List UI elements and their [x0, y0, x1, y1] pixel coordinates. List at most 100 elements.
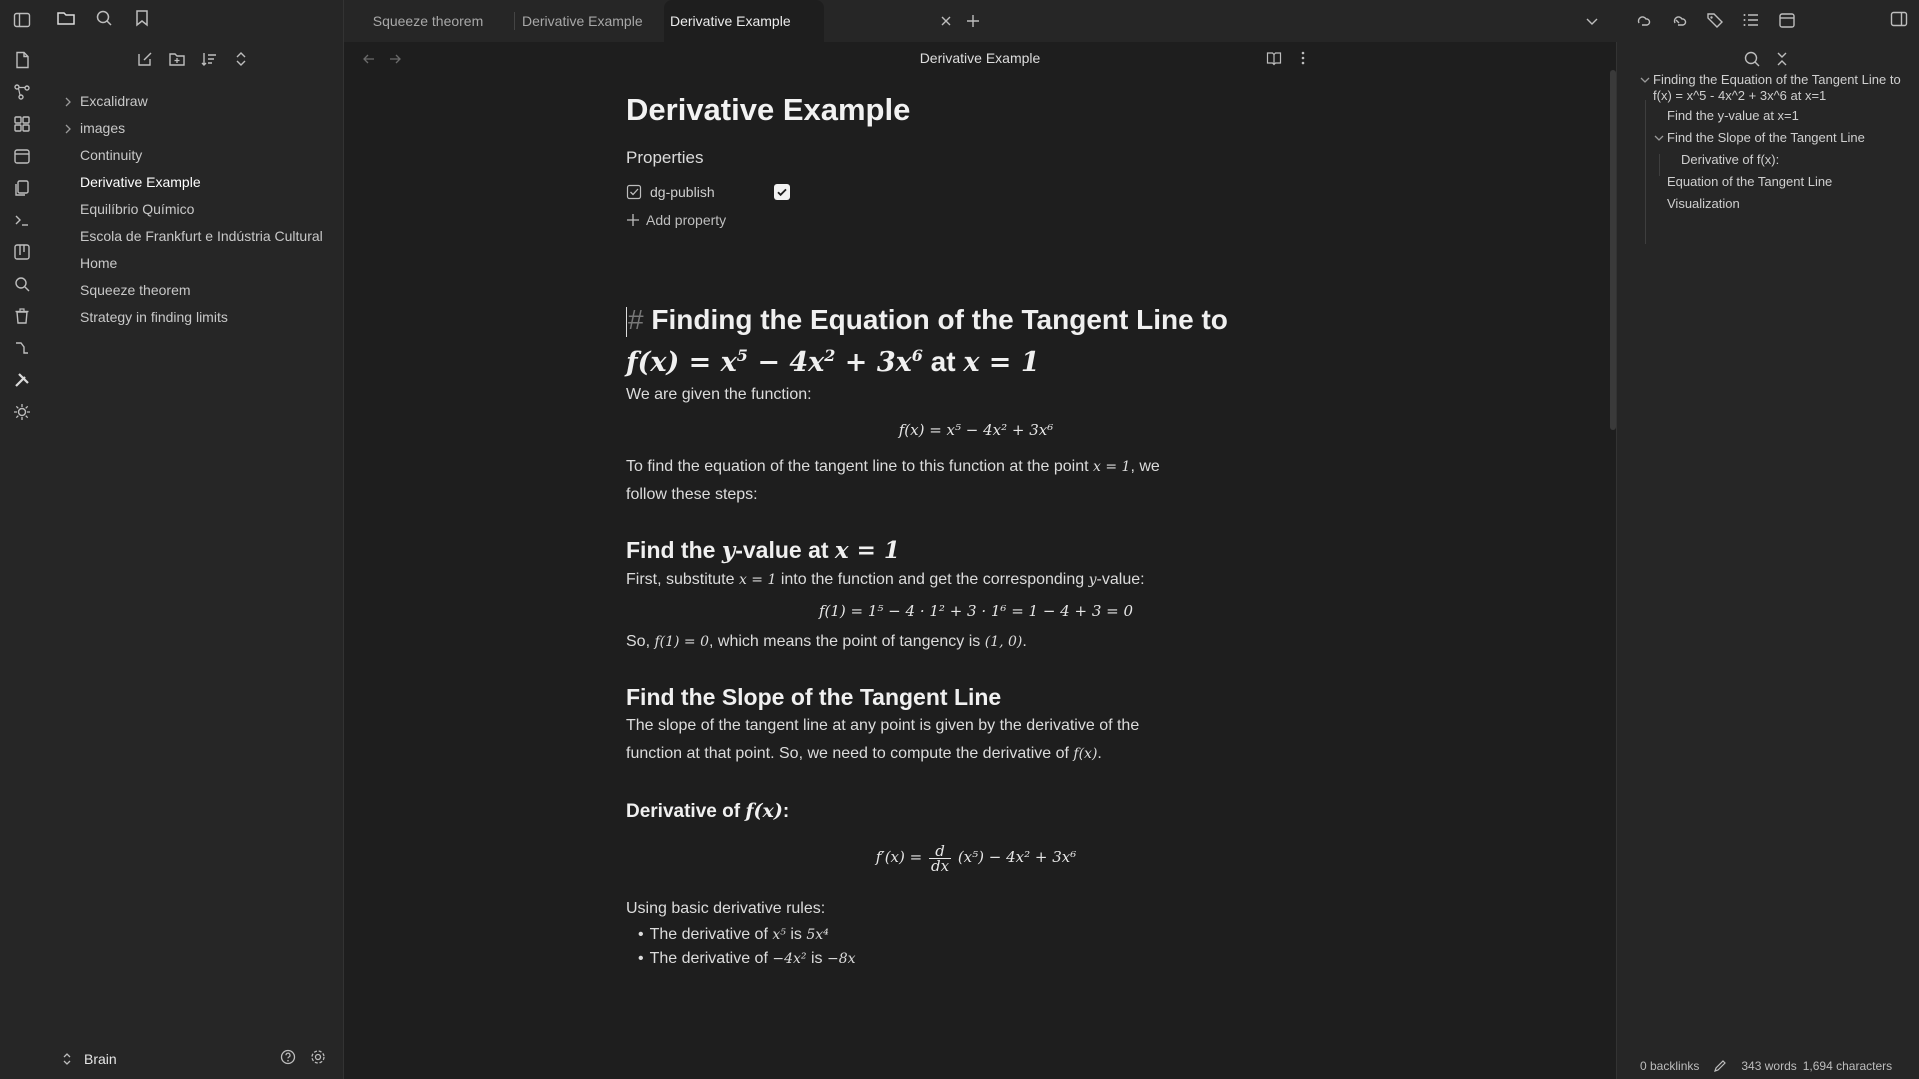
file-item[interactable]: Equilíbrio Químico [44, 196, 344, 223]
folder-item[interactable]: images [44, 115, 344, 142]
collapse-all-icon[interactable] [232, 50, 250, 68]
search-icon[interactable] [1743, 50, 1761, 68]
heading-2[interactable]: Find the y-value at x = 1 [626, 535, 1326, 566]
sidebar-tabs [56, 8, 152, 28]
view-title[interactable]: Derivative Example [344, 50, 1616, 66]
checkbox-type-icon [626, 184, 642, 200]
ribbon [0, 0, 44, 1079]
paragraph[interactable]: Using basic derivative rules: [626, 895, 1326, 923]
paragraph[interactable]: So, f(1) = 0, which means the point of t… [626, 628, 1326, 656]
properties-heading[interactable]: Properties [626, 148, 1326, 168]
file-tree: Excalidraw images Continuity Derivative Exa… [44, 88, 344, 331]
search-icon[interactable] [12, 274, 32, 294]
calendar-icon[interactable] [1778, 11, 1796, 29]
new-tab-icon[interactable] [965, 13, 981, 29]
heading-math: f(x) = x5 − 4x2 + 3x6 [626, 346, 923, 378]
outline-indent-guide [1645, 100, 1646, 244]
file-item[interactable]: Strategy in finding limits [44, 304, 344, 331]
list-item[interactable]: The derivative of −4x² is −8x [638, 947, 1326, 971]
display-equation[interactable]: f(x) = x⁵ − 4x² + 3x⁶ [626, 415, 1326, 445]
file-item[interactable]: Squeeze theorem [44, 277, 344, 304]
more-options-icon[interactable] [1300, 50, 1306, 66]
sidebar-toggle-icon[interactable] [12, 10, 32, 30]
settings-sun-icon[interactable] [12, 402, 32, 422]
new-note-icon[interactable] [136, 50, 154, 68]
heading-2[interactable]: Find the Slope of the Tangent Line [626, 682, 1326, 712]
sync-icon[interactable] [1670, 11, 1688, 29]
explorer-actions [136, 50, 250, 68]
tab-list-chevron-icon[interactable] [1584, 13, 1600, 29]
display-equation[interactable]: f′(x) = d dx (x⁵) − 4x² + 3x⁶ [626, 837, 1326, 877]
file-item[interactable]: Derivative Example [44, 169, 344, 196]
outline-item[interactable]: Equation of the Tangent Line [1667, 174, 1910, 190]
outline-panel: Finding the Equation of the Tangent Line… [1616, 42, 1919, 1079]
search-icon[interactable] [94, 8, 114, 28]
tags-icon[interactable] [1706, 11, 1724, 29]
trash-icon[interactable] [12, 306, 32, 326]
pencil-icon[interactable] [1713, 1059, 1727, 1073]
chevron-right-icon[interactable] [62, 96, 74, 108]
publish-icon[interactable] [1634, 11, 1652, 29]
reading-view-icon[interactable] [1266, 50, 1282, 66]
file-item[interactable]: Escola de Frankfurt e Indústria Cultural [44, 223, 344, 250]
canvas-icon[interactable] [12, 114, 32, 134]
outline-item[interactable]: Finding the Equation of the Tangent Line… [1640, 72, 1910, 104]
word-count: 343 words [1741, 1059, 1797, 1073]
close-tab-icon[interactable] [938, 13, 954, 29]
bookmark-icon[interactable] [132, 8, 152, 28]
git-icon[interactable] [12, 338, 32, 358]
chevron-down-icon[interactable] [1653, 132, 1665, 144]
inline-title[interactable]: Derivative Example [626, 88, 1326, 132]
calendar-icon[interactable] [12, 146, 32, 166]
outline-item[interactable]: Find the Slope of the Tangent Line [1654, 130, 1910, 146]
note-content[interactable]: Derivative Example Properties dg-publish… [626, 88, 1326, 971]
folder-item[interactable]: Excalidraw [44, 88, 344, 115]
paragraph[interactable]: We are given the function: [626, 381, 1326, 409]
collapse-outline-icon[interactable] [1775, 50, 1789, 68]
folder-icon[interactable] [56, 8, 76, 28]
outline-item[interactable]: Derivative of f(x): [1681, 152, 1910, 168]
property-checkbox[interactable] [774, 184, 790, 200]
tab-derivative-example-active[interactable]: Derivative Example [664, 0, 824, 42]
help-icon[interactable] [280, 1049, 296, 1065]
file-item[interactable]: Home [44, 250, 344, 277]
templates-icon[interactable] [12, 178, 32, 198]
paragraph[interactable]: First, substitute x = 1 into the functio… [626, 566, 1326, 594]
new-note-icon[interactable] [12, 50, 32, 70]
property-row: dg-publish [626, 180, 1326, 204]
outline-item-label: Equation of the Tangent Line [1667, 174, 1833, 189]
outline-list-icon[interactable] [1742, 11, 1760, 29]
gear-icon[interactable] [310, 1049, 326, 1065]
outline-item[interactable]: Find the y-value at x=1 [1667, 108, 1910, 124]
file-explorer: Excalidraw images Continuity Derivative Exa… [44, 0, 344, 1079]
tree-item-label: Escola de Frankfurt e Indústria Cultural [80, 228, 323, 244]
heading-1[interactable]: # Finding the Equation of the Tangent Li… [626, 302, 1326, 381]
vault-name: Brain [84, 1051, 117, 1067]
tab-derivative-example[interactable]: Derivative Example [522, 0, 672, 42]
outline-item[interactable]: Visualization [1667, 196, 1910, 212]
chevron-down-icon[interactable] [1639, 74, 1651, 86]
tree-item-label: Squeeze theorem [80, 282, 191, 298]
graph-view-icon[interactable] [12, 82, 32, 102]
list-item[interactable]: The derivative of x⁵ is 5x⁴ [638, 923, 1326, 947]
chevron-right-icon[interactable] [62, 123, 74, 135]
sort-icon[interactable] [200, 50, 218, 68]
kanban-icon[interactable] [12, 242, 32, 262]
new-folder-icon[interactable] [168, 50, 186, 68]
add-property-button[interactable]: Add property [626, 212, 1326, 228]
backlinks-count[interactable]: 0 backlinks [1640, 1059, 1699, 1073]
right-sidebar-toggle-icon[interactable] [1890, 10, 1908, 28]
outline-item-label: Finding the Equation of the Tangent Line… [1653, 72, 1901, 103]
display-equation[interactable]: f(1) = 1⁵ − 4 · 1² + 3 · 1⁶ = 1 − 4 + 3 … [626, 596, 1326, 626]
file-item[interactable]: Continuity [44, 142, 344, 169]
tree-item-label: Equilíbrio Químico [80, 201, 195, 217]
tools-icon[interactable] [12, 370, 32, 390]
paragraph[interactable]: To find the equation of the tangent line… [626, 453, 1174, 509]
tab-squeeze-theorem[interactable]: Squeeze theorem [344, 0, 512, 42]
paragraph[interactable]: The slope of the tangent line at any poi… [626, 712, 1174, 768]
heading-3[interactable]: Derivative of f(x): [626, 798, 1326, 825]
vault-switcher[interactable]: Brain [62, 1051, 117, 1067]
command-palette-icon[interactable] [12, 210, 32, 230]
outline-item-label: Visualization [1667, 196, 1740, 211]
property-name[interactable]: dg-publish [650, 184, 715, 200]
